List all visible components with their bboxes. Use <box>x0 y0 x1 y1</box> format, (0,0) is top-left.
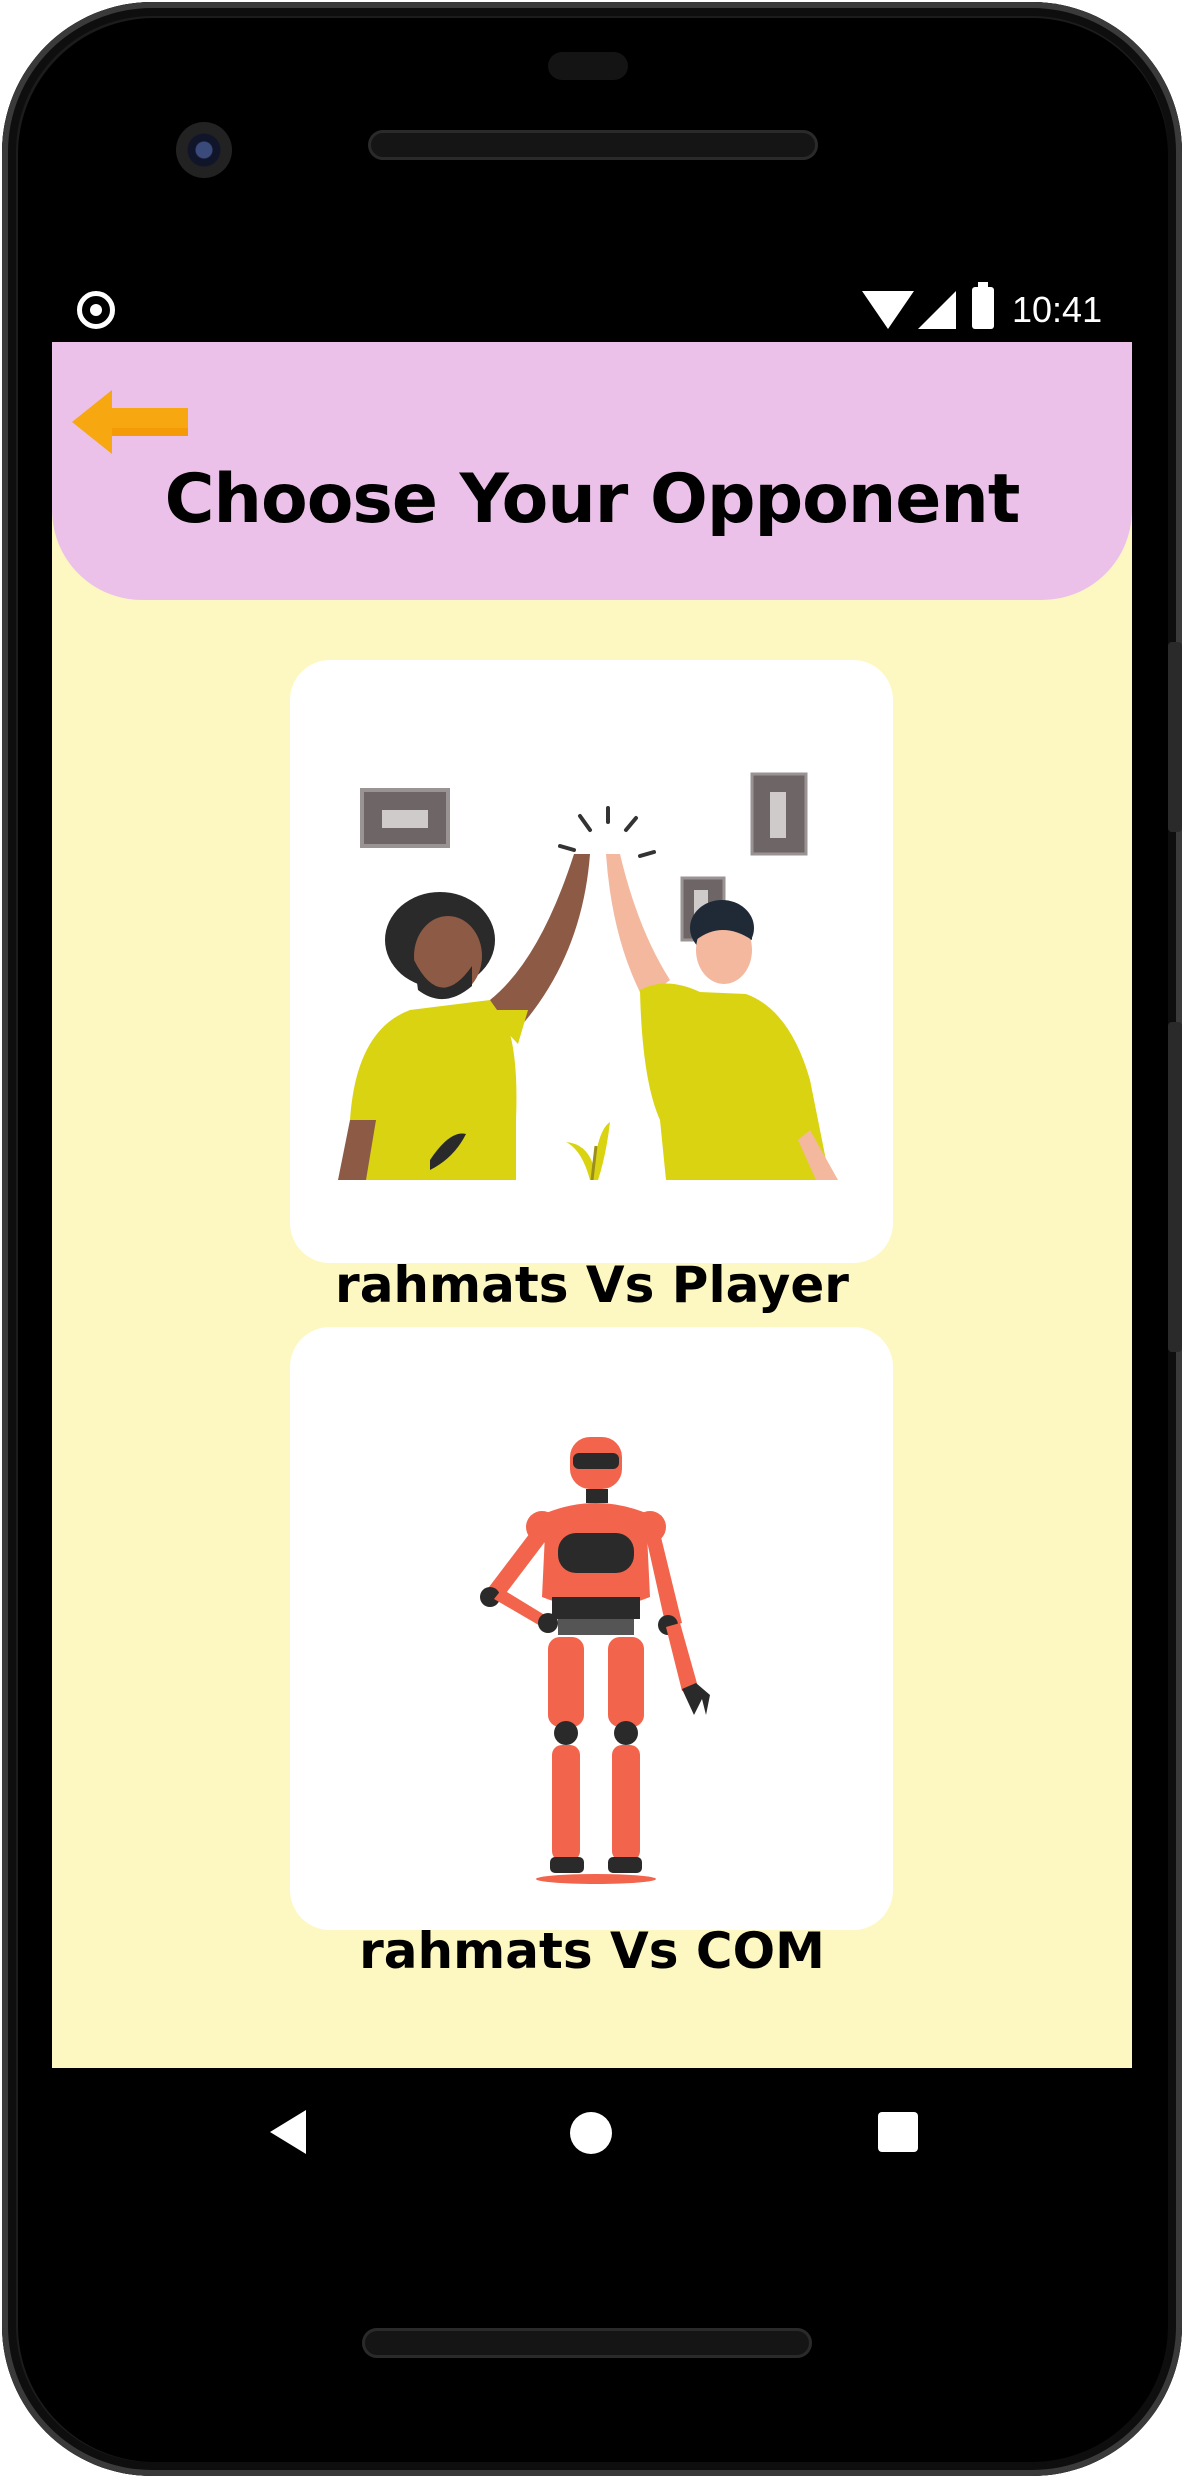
notification-dot-icon <box>77 291 115 329</box>
page-title: Choose Your Opponent <box>164 460 1021 539</box>
vs-player-card[interactable] <box>290 660 893 1263</box>
two-people-high-five-illustration <box>338 772 838 1181</box>
triangle-back-icon[interactable] <box>270 2110 306 2154</box>
app-screen: Choose Your Opponent rahmats Vs Player r… <box>52 342 1132 2068</box>
robot-illustration <box>480 1437 710 1884</box>
volume-button <box>1168 642 1182 832</box>
arrow-left-icon <box>72 390 188 454</box>
top-slot <box>548 52 628 80</box>
status-bar: 10:41 <box>52 282 1132 337</box>
battery-icon <box>972 282 994 329</box>
earpiece-speaker <box>368 130 818 160</box>
vs-player-label[interactable]: rahmats Vs Player <box>52 1256 1132 1314</box>
front-camera <box>176 122 232 178</box>
bottom-speaker <box>362 2328 812 2358</box>
status-time: 10:41 <box>1012 289 1103 330</box>
circle-home-icon[interactable] <box>570 2112 612 2154</box>
vs-com-label[interactable]: rahmats Vs COM <box>52 1922 1132 1980</box>
vs-com-card[interactable] <box>290 1327 893 1930</box>
back-button[interactable] <box>70 386 190 458</box>
wifi-icon <box>862 291 914 329</box>
header: Choose Your Opponent <box>52 342 1132 600</box>
system-nav-bar <box>52 2068 1132 2208</box>
signal-icon <box>918 291 956 329</box>
power-button <box>1168 1022 1182 1352</box>
square-recents-icon[interactable] <box>878 2112 918 2152</box>
